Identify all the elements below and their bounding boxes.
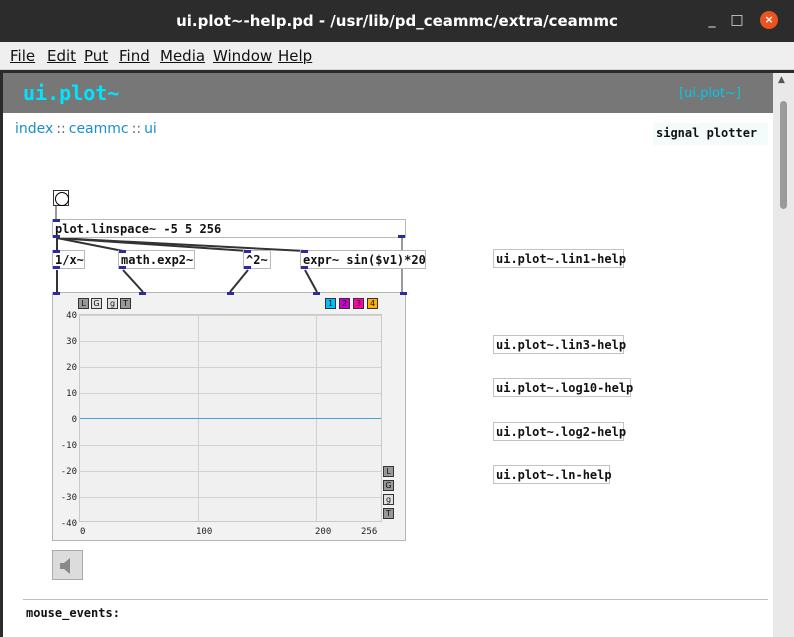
inlet[interactable] bbox=[53, 292, 60, 295]
vertical-scrollbar[interactable]: ▲ bbox=[773, 73, 794, 637]
patch-canvas[interactable]: ui.plot~ [ui.plot~] index:: ceammc:: ui si… bbox=[3, 73, 773, 637]
window-title: ui.plot~-help.pd - /usr/lib/pd_ceammc/ex… bbox=[176, 12, 618, 30]
y-tick-label: 20 bbox=[66, 363, 77, 373]
inlet[interactable] bbox=[53, 219, 60, 222]
object-math-exp2[interactable]: math.exp2~ bbox=[118, 250, 195, 269]
y-tick-label: -40 bbox=[60, 519, 77, 529]
y-tick-label: 10 bbox=[66, 389, 77, 399]
y-tick-label: 0 bbox=[71, 415, 77, 425]
y-tick-label: -10 bbox=[60, 441, 77, 451]
help-link-log10[interactable]: ui.plot~.log10-help bbox=[493, 378, 633, 397]
inlet[interactable] bbox=[400, 292, 407, 295]
scroll-thumb[interactable] bbox=[780, 101, 787, 209]
minimize-button[interactable]: _ bbox=[702, 10, 722, 30]
menu-window[interactable]: Window bbox=[213, 47, 272, 65]
grid-line bbox=[80, 393, 381, 394]
channel-4-button[interactable]: 4 bbox=[367, 298, 378, 309]
divider bbox=[23, 599, 768, 600]
object-square[interactable]: ^2~ bbox=[243, 250, 271, 269]
x-tick-label: 0 bbox=[80, 527, 86, 537]
outlet[interactable] bbox=[301, 266, 308, 269]
inlet[interactable] bbox=[313, 292, 320, 295]
inlet[interactable] bbox=[301, 250, 308, 253]
grid-line bbox=[80, 341, 381, 342]
inlet[interactable] bbox=[244, 250, 251, 253]
object-plot-linspace[interactable]: plot.linspace~ -5 5 256 bbox=[52, 219, 406, 238]
grid-line bbox=[80, 367, 381, 368]
object-label: expr~ sin($v1)*20 bbox=[303, 253, 426, 267]
scroll-up-icon[interactable]: ▲ bbox=[778, 75, 785, 85]
side-ticks-button[interactable]: T bbox=[383, 508, 394, 519]
toggle-minor-grid-button[interactable]: g bbox=[107, 298, 118, 309]
inlet[interactable] bbox=[227, 292, 234, 295]
toggle-log-button[interactable]: L bbox=[78, 298, 89, 309]
grid-line bbox=[80, 471, 381, 472]
menu-media[interactable]: Media bbox=[160, 47, 205, 65]
outlet[interactable] bbox=[53, 235, 60, 238]
object-label: math.exp2~ bbox=[121, 253, 194, 267]
channel-1-button[interactable]: 1 bbox=[325, 298, 336, 309]
help-link-ln[interactable]: ui.plot~.ln-help bbox=[493, 465, 612, 484]
outlet[interactable] bbox=[244, 266, 251, 269]
close-button[interactable]: × bbox=[760, 11, 778, 29]
bang-button[interactable] bbox=[53, 190, 69, 206]
object-label: 1/x~ bbox=[55, 253, 84, 267]
outlet[interactable] bbox=[119, 266, 126, 269]
grid-line bbox=[80, 497, 381, 498]
signal-trace bbox=[80, 418, 381, 419]
help-link-lin3[interactable]: ui.plot~.lin3-help bbox=[493, 335, 626, 354]
speaker-icon bbox=[60, 558, 70, 574]
x-tick-label: 200 bbox=[315, 527, 332, 537]
outlet[interactable] bbox=[53, 266, 60, 269]
inlet[interactable] bbox=[53, 250, 60, 253]
y-tick-label: -30 bbox=[60, 493, 77, 503]
channel-3-button[interactable]: 3 bbox=[353, 298, 364, 309]
channel-2-button[interactable]: 2 bbox=[339, 298, 350, 309]
y-tick-label: 40 bbox=[66, 311, 77, 321]
menu-help[interactable]: Help bbox=[278, 47, 312, 65]
dsp-toggle[interactable] bbox=[52, 550, 83, 580]
grid-line bbox=[80, 315, 381, 316]
x-tick-label: 100 bbox=[196, 527, 213, 537]
menu-find[interactable]: Find bbox=[119, 47, 150, 65]
grid-line bbox=[80, 445, 381, 446]
side-grid-button[interactable]: G bbox=[383, 480, 394, 491]
inlet[interactable] bbox=[119, 250, 126, 253]
inlet[interactable] bbox=[139, 292, 146, 295]
help-link-lin1[interactable]: ui.plot~.lin1-help bbox=[493, 249, 626, 268]
toggle-ticks-button[interactable]: T bbox=[120, 298, 131, 309]
y-tick-label: 30 bbox=[66, 337, 77, 347]
window-titlebar: ui.plot~-help.pd - /usr/lib/pd_ceammc/ex… bbox=[0, 0, 794, 42]
object-expr[interactable]: expr~ sin($v1)*20 bbox=[300, 250, 426, 269]
object-label: plot.linspace~ -5 5 256 bbox=[55, 222, 222, 236]
outlet[interactable] bbox=[398, 235, 405, 238]
menu-file[interactable]: File bbox=[10, 47, 35, 65]
toggle-grid-button[interactable]: G bbox=[91, 298, 102, 309]
menu-bar: File Edit Put Find Media Window Help bbox=[0, 42, 794, 70]
menu-put[interactable]: Put bbox=[84, 47, 108, 65]
object-recip[interactable]: 1/x~ bbox=[52, 250, 85, 269]
side-minor-grid-button[interactable]: g bbox=[383, 494, 394, 505]
x-tick-label: 256 bbox=[361, 527, 378, 537]
side-log-button[interactable]: L bbox=[383, 466, 394, 477]
maximize-button[interactable]: □ bbox=[727, 10, 747, 30]
mouse-events-label: mouse_events: bbox=[26, 606, 120, 620]
object-label: ^2~ bbox=[246, 253, 268, 267]
help-link-log2[interactable]: ui.plot~.log2-help bbox=[493, 422, 626, 441]
y-tick-label: -20 bbox=[60, 467, 77, 477]
plot-area bbox=[79, 314, 382, 522]
signal-plot[interactable]: L G g T 1 2 3 4 40 30 20 10 0 -10 -20 -3… bbox=[52, 292, 407, 541]
menu-edit[interactable]: Edit bbox=[47, 47, 76, 65]
